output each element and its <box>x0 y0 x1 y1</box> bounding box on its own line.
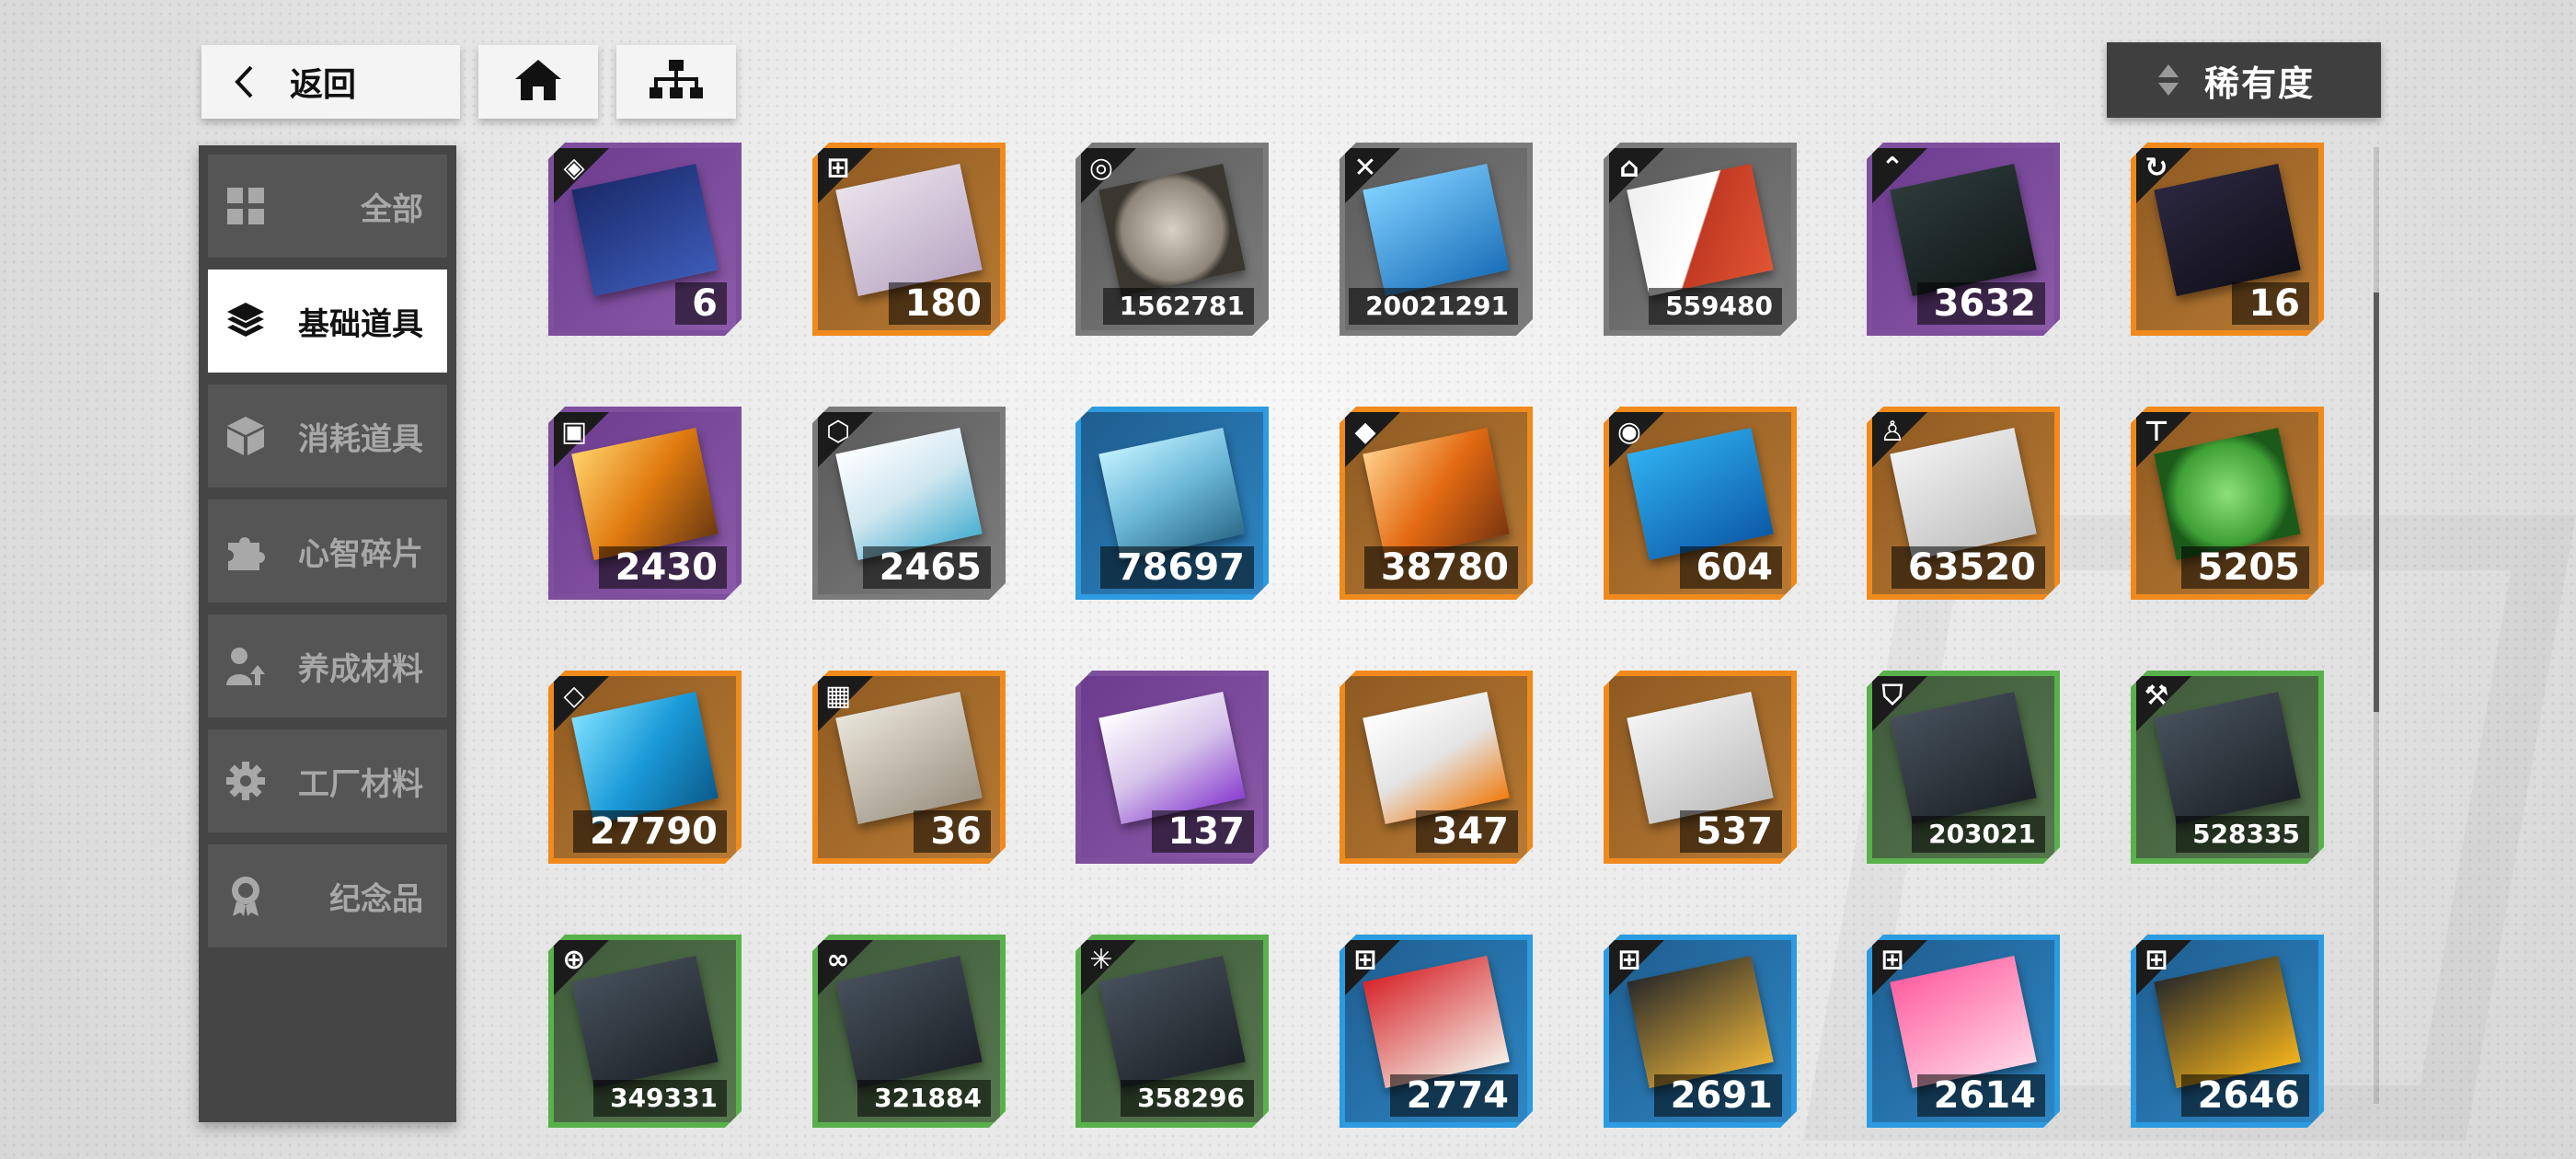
inventory-item-tile[interactable]: ✳ 358296 <box>1075 935 1269 1128</box>
item-count: 203021 <box>1912 816 2045 853</box>
gift-icon: ⊞ <box>2145 944 2168 976</box>
inventory-item-tile[interactable]: ⚒ 528335 <box>2131 671 2324 864</box>
inventory-item-tile[interactable]: ◆ 38780 <box>1340 407 1533 600</box>
inventory-item-tile[interactable]: ◇ 27790 <box>548 671 742 864</box>
inventory-item-tile[interactable]: ⊞ 2646 <box>2131 935 2324 1128</box>
item-count: 2430 <box>599 546 727 589</box>
item-count: 2774 <box>1390 1074 1518 1117</box>
signal-icon: ◉ <box>1616 416 1642 448</box>
inventory-item-tile[interactable]: ⊤ 5205 <box>2131 407 2324 600</box>
inventory-item-tile[interactable]: 347 <box>1340 671 1533 864</box>
inventory-item-tile[interactable]: ⌃ 3632 <box>1867 143 2060 336</box>
inventory-item-tile[interactable]: ↻ 16 <box>2131 143 2324 336</box>
link-icon: ∞ <box>826 944 850 976</box>
item-count: 6 <box>675 282 727 325</box>
item-count: 2465 <box>863 546 991 589</box>
inventory-item-tile[interactable]: ⛉ 203021 <box>1867 671 2060 864</box>
item-count: 358296 <box>1121 1080 1254 1117</box>
gem-icon: ◆ <box>1354 416 1376 448</box>
xp-icon: ✕ <box>1353 152 1377 184</box>
spark-icon: ✳ <box>1089 944 1113 976</box>
item-count: 349331 <box>593 1080 727 1117</box>
coin-icon: ◎ <box>1088 152 1114 184</box>
inventory-item-tile[interactable]: ⊞ 2691 <box>1604 935 1797 1128</box>
item-count: 38780 <box>1364 546 1518 589</box>
item-count: 16 <box>2232 282 2309 325</box>
square-icon: ▣ <box>560 416 588 448</box>
item-count: 137 <box>1152 810 1255 853</box>
item-count: 347 <box>1416 810 1519 853</box>
item-count: 20021291 <box>1349 288 1518 325</box>
cube-icon: ⬡ <box>825 416 851 448</box>
inventory-item-tile[interactable]: ▣ 2430 <box>548 407 742 600</box>
item-count: 2646 <box>2181 1074 2309 1117</box>
item-count: 2691 <box>1654 1074 1782 1117</box>
item-count: 1562781 <box>1103 288 1254 325</box>
scrollbar-thumb[interactable] <box>2374 293 2379 712</box>
item-count: 3632 <box>1917 282 2045 325</box>
inventory-item-tile[interactable]: ▦ 36 <box>812 671 1006 864</box>
inventory-item-tile[interactable]: 137 <box>1075 671 1269 864</box>
refresh-icon: ↻ <box>2145 152 2168 184</box>
gift-icon: ⊞ <box>1617 944 1641 976</box>
inventory-item-tile[interactable]: 78697 <box>1075 407 1269 600</box>
chevron-up-icon: ⌃ <box>1880 152 1904 184</box>
item-count: 5205 <box>2181 546 2309 589</box>
roller-icon: ⊤ <box>2144 416 2169 448</box>
inventory-item-tile[interactable]: ⬡ 2465 <box>812 407 1006 600</box>
inventory-item-tile[interactable]: ∞ 321884 <box>812 935 1006 1128</box>
item-artwork <box>1098 428 1246 560</box>
item-count: 2614 <box>1917 1074 2045 1117</box>
item-count: 537 <box>1680 810 1783 853</box>
item-count: 604 <box>1680 546 1783 589</box>
diamond-icon: ◇ <box>563 680 585 712</box>
people-icon: ♙ <box>1880 416 1905 448</box>
item-count: 27790 <box>573 810 727 853</box>
inventory-item-tile[interactable]: ⊞ 180 <box>812 143 1006 336</box>
shield-icon: ⛉ <box>1881 680 1903 712</box>
item-count: 321884 <box>857 1080 991 1117</box>
item-count: 63520 <box>1892 546 2045 589</box>
inventory-item-tile[interactable]: ⊕ 349331 <box>548 935 742 1128</box>
item-artwork <box>1098 692 1246 824</box>
inventory-item-tile[interactable]: ⌂ 559480 <box>1604 143 1797 336</box>
inventory-item-tile[interactable]: ⊞ 2614 <box>1867 935 2060 1128</box>
item-count: 180 <box>889 282 992 325</box>
gift-icon: ⊞ <box>1880 944 1904 976</box>
diamond-arrow-icon: ◈ <box>563 152 585 184</box>
inventory-item-tile[interactable]: ◉ 604 <box>1604 407 1797 600</box>
chip-icon: ▦ <box>824 680 852 712</box>
inventory-item-tile[interactable]: ◎ 1562781 <box>1075 143 1269 336</box>
inventory-item-tile[interactable]: ✕ 20021291 <box>1340 143 1533 336</box>
hammer-icon: ⚒ <box>2144 680 2169 712</box>
exp-icon: ⌂ <box>1619 152 1639 184</box>
item-count: 36 <box>914 810 991 853</box>
target-icon: ⊕ <box>562 944 586 976</box>
item-artwork <box>1627 692 1774 824</box>
item-count: 528335 <box>2176 816 2309 853</box>
item-count: 559480 <box>1649 288 1782 325</box>
inventory-item-tile[interactable]: ◈ 6 <box>548 143 742 336</box>
item-grid: ◈ 6 ⊞ 180 ◎ 1562781 ✕ 20021291 ⌂ 559480 ⌃ 3632 ↻ 16 ▣ 2… <box>0 0 2576 1122</box>
inventory-item-tile[interactable]: ⊞ 2774 <box>1340 935 1533 1128</box>
inventory-item-tile[interactable]: 537 <box>1604 671 1797 864</box>
gift-icon: ⊞ <box>826 152 850 184</box>
item-artwork <box>1363 692 1510 824</box>
inventory-item-tile[interactable]: ♙ 63520 <box>1867 407 2060 600</box>
item-count: 78697 <box>1100 546 1254 589</box>
gift-icon: ⊞ <box>1353 944 1377 976</box>
